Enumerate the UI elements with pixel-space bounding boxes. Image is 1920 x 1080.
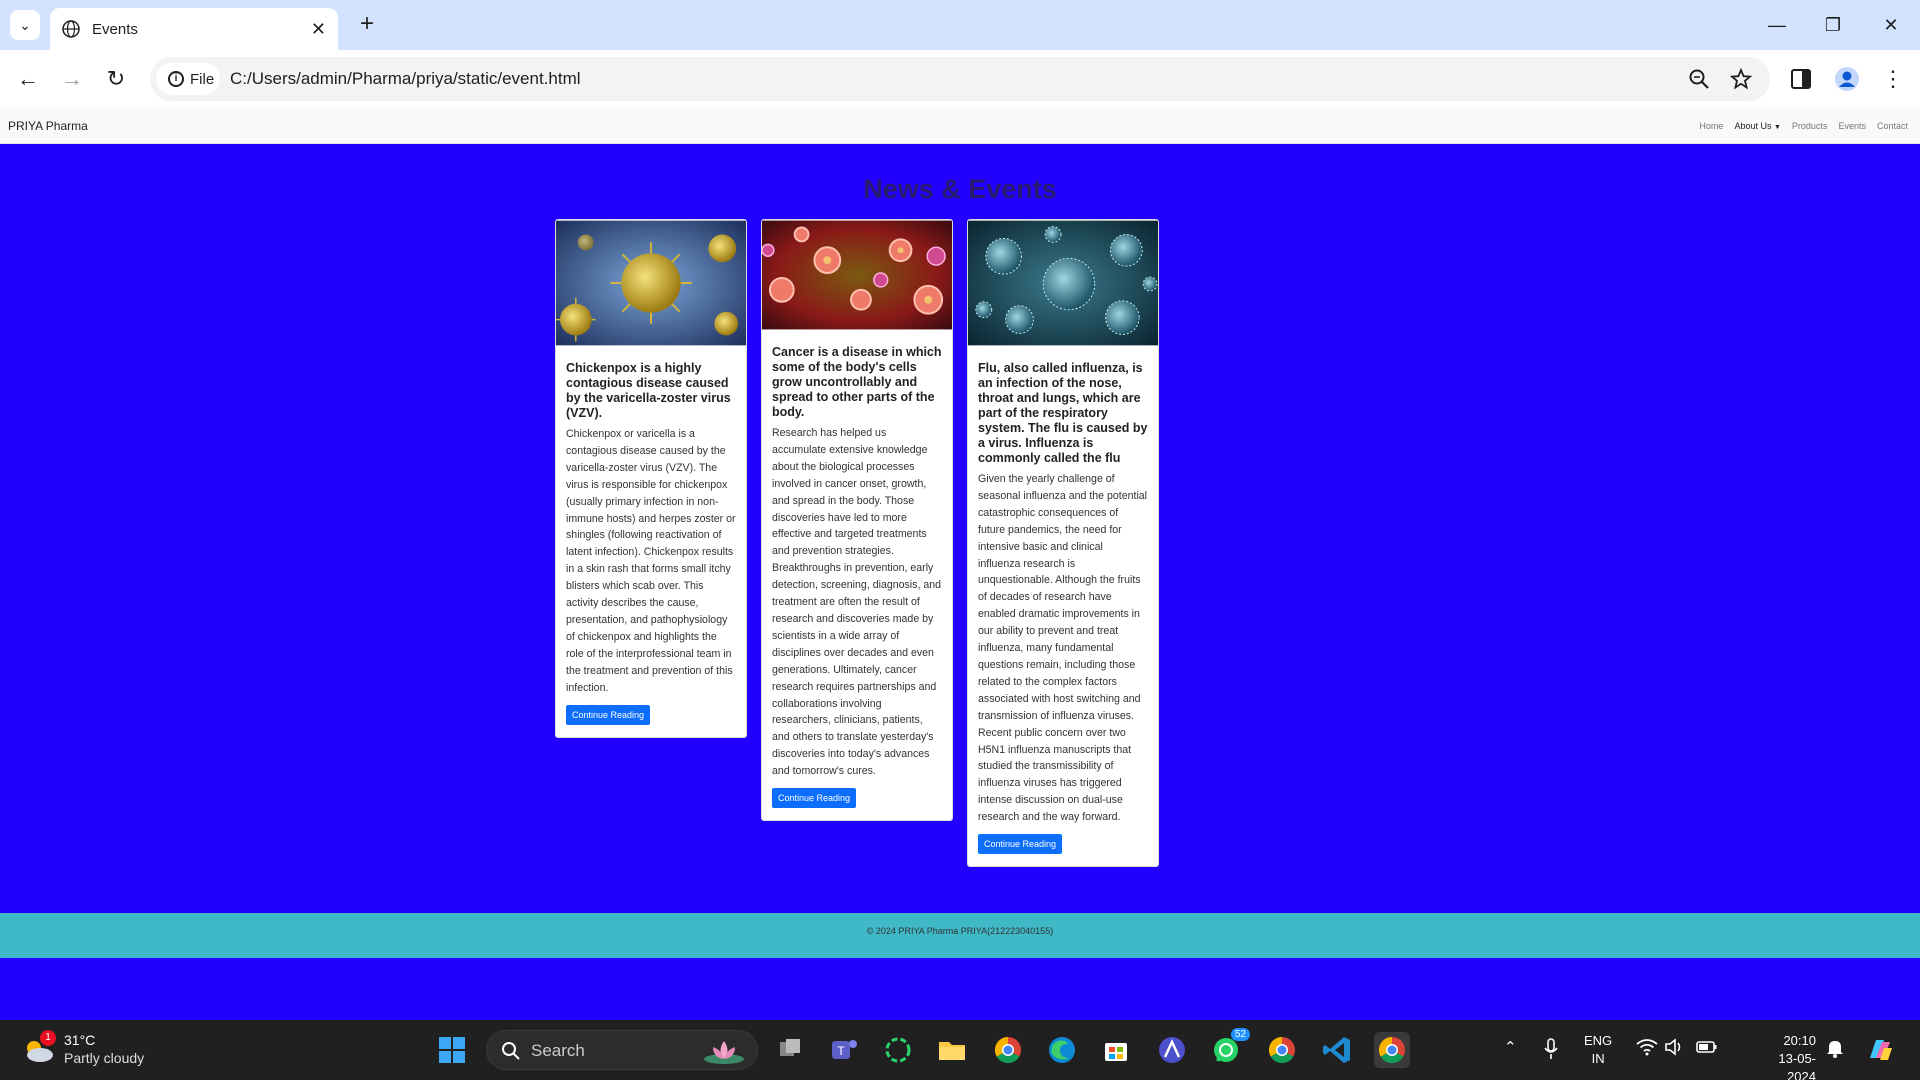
chrome-active-icon [1378, 1036, 1405, 1064]
globe-icon [62, 20, 80, 38]
footer-text: © 2024 PRIYA Pharma PRIYA(212223040155) [866, 926, 1054, 936]
system-clock[interactable]: 20:10 13-05-2024 [1768, 1032, 1816, 1080]
clock-time: 20:10 [1783, 1033, 1816, 1048]
microphone-icon[interactable] [1544, 1038, 1558, 1060]
nav-link-home[interactable]: Home [1699, 121, 1723, 131]
clock-date: 13-05-2024 [1778, 1051, 1816, 1080]
windows-taskbar: 1 31°C Partly cloudy Search T 52 ⌃ ENG I… [0, 1020, 1920, 1080]
browser-tab-strip: ⌄ Events ✕ + — ❐ ✕ [0, 0, 1920, 50]
language-indicator[interactable]: ENG IN [1584, 1032, 1612, 1068]
site-navbar: PRIYA Pharma Home About Us ▼ Products Ev… [0, 108, 1920, 144]
weather-alert-badge: 1 [40, 1030, 56, 1046]
nav-link-products[interactable]: Products [1792, 121, 1828, 131]
chrome-profile-icon[interactable] [1264, 1032, 1300, 1068]
bookmark-star-icon[interactable] [1730, 68, 1752, 90]
tab-search-chevron-icon[interactable]: ⌄ [10, 10, 40, 40]
nav-links: Home About Us ▼ Products Events Contact [1699, 121, 1908, 131]
card-text: Given the yearly challenge of seasonal i… [978, 473, 1148, 824]
lotus-search-highlight-icon [704, 1041, 744, 1064]
card-title: Flu, also called influenza, is an infect… [978, 361, 1148, 465]
browser-tab[interactable]: Events ✕ [50, 8, 338, 50]
minimize-window-button[interactable]: — [1762, 10, 1792, 40]
site-footer: © 2024 PRIYA Pharma PRIYA(212223040155) [0, 913, 1920, 958]
notification-bell-icon[interactable] [1826, 1038, 1844, 1058]
task-view-icon[interactable] [772, 1032, 808, 1068]
address-url[interactable]: C:/Users/admin/Pharma/priya/static/event… [230, 69, 581, 89]
battery-icon[interactable] [1696, 1038, 1718, 1056]
weather-condition: Partly cloudy [64, 1050, 145, 1066]
language-code: ENG [1584, 1033, 1613, 1048]
nav-link-contact[interactable]: Contact [1877, 121, 1908, 131]
nav-link-about-us[interactable]: About Us ▼ [1734, 121, 1780, 131]
nav-link-about-us-label: About Us [1734, 121, 1772, 131]
tab-title: Events [92, 20, 138, 38]
site-brand[interactable]: PRIYA Pharma [8, 119, 88, 133]
back-button[interactable]: ← [12, 63, 44, 95]
chickenpox-virus-image [556, 220, 746, 346]
card-title: Chickenpox is a highly contagious diseas… [566, 361, 731, 420]
circular-app-icon[interactable] [880, 1032, 916, 1068]
continue-reading-button[interactable]: Continue Reading [978, 834, 1063, 855]
close-tab-icon[interactable]: ✕ [311, 19, 326, 40]
page-title: News & Events [863, 174, 1057, 204]
cancer-cells-image [762, 220, 952, 330]
card-text: Research has helped us accumulate extens… [772, 427, 942, 778]
nav-link-events[interactable]: Events [1838, 121, 1866, 131]
browser-toolbar: ← → ↻ i File C:/Users/admin/Pharma/priya… [0, 50, 1920, 108]
new-tab-button[interactable]: + [352, 10, 382, 40]
wifi-icon[interactable] [1636, 1038, 1658, 1056]
profile-avatar-icon[interactable] [1834, 66, 1860, 92]
weather-widget[interactable]: 1 31°C Partly cloudy [22, 1030, 162, 1070]
weather-temperature: 31°C [64, 1032, 96, 1048]
address-bar[interactable]: i File C:/Users/admin/Pharma/priya/stati… [150, 57, 1770, 101]
site-info-chip[interactable]: i File [156, 63, 220, 95]
chrome-icon[interactable] [990, 1032, 1026, 1068]
windows-start-icon[interactable] [434, 1032, 470, 1068]
teams-icon[interactable]: T [826, 1032, 862, 1068]
file-label: File [190, 70, 215, 88]
volume-icon[interactable] [1664, 1038, 1684, 1056]
svg-text:T: T [837, 1044, 845, 1058]
whatsapp-app[interactable]: 52 [1208, 1028, 1250, 1068]
show-hidden-icons-chevron[interactable]: ⌃ [1504, 1038, 1517, 1056]
continue-reading-button[interactable]: Continue Reading [772, 788, 857, 809]
edge-icon[interactable] [1044, 1032, 1080, 1068]
side-panel-icon[interactable] [1788, 66, 1814, 92]
event-card-cancer: Cancer is a disease in which some of the… [761, 219, 953, 822]
browser-menu-button[interactable]: ⋮ [1877, 63, 1909, 95]
chrome-active-app[interactable] [1374, 1032, 1410, 1068]
card-text: Chickenpox or varicella is a contagious … [566, 428, 736, 694]
event-card-flu: Flu, also called influenza, is an infect… [967, 219, 1159, 868]
close-window-button[interactable]: ✕ [1876, 10, 1906, 40]
restore-window-button[interactable]: ❐ [1818, 10, 1848, 40]
arc-app-icon[interactable] [1154, 1032, 1190, 1068]
caret-down-icon: ▼ [1773, 124, 1781, 131]
taskbar-search[interactable]: Search [486, 1030, 758, 1070]
file-explorer-icon[interactable] [934, 1032, 970, 1068]
flu-virus-image [968, 220, 1158, 346]
continue-reading-button[interactable]: Continue Reading [566, 704, 651, 725]
copilot-icon[interactable] [1862, 1032, 1898, 1068]
forward-button[interactable]: → [56, 63, 88, 95]
search-icon [502, 1042, 520, 1060]
search-placeholder: Search [531, 1041, 585, 1060]
zoom-icon[interactable] [1688, 68, 1710, 90]
event-card-chickenpox: Chickenpox is a highly contagious diseas… [555, 219, 747, 738]
region-code: IN [1591, 1051, 1605, 1066]
vscode-icon[interactable] [1320, 1032, 1356, 1068]
whatsapp-unread-badge: 52 [1230, 1028, 1250, 1041]
microsoft-store-icon[interactable] [1098, 1032, 1134, 1068]
reload-button[interactable]: ↻ [100, 63, 132, 95]
info-icon: i [168, 71, 184, 87]
card-title: Cancer is a disease in which some of the… [772, 345, 942, 419]
